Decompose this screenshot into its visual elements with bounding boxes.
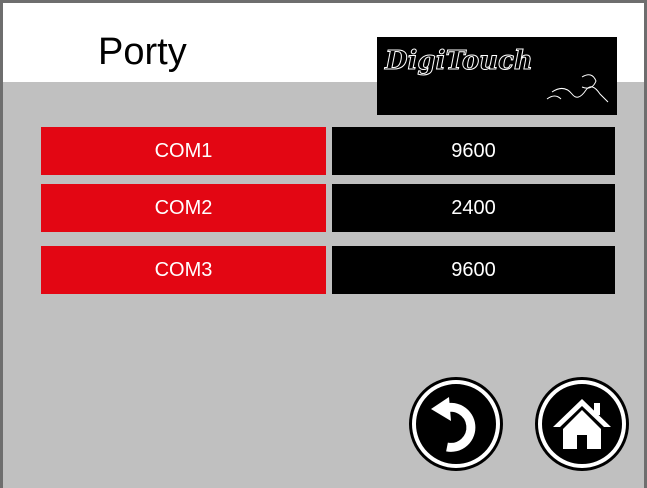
home-icon: [535, 377, 629, 471]
port-name-com3[interactable]: COM3: [41, 246, 326, 294]
port-name-com1[interactable]: COM1: [41, 127, 326, 175]
page-title: Porty: [98, 31, 187, 73]
port-name-com2[interactable]: COM2: [41, 184, 326, 232]
logo-text: DigiTouch: [384, 46, 533, 76]
back-button[interactable]: [407, 375, 505, 473]
hmi-screen: Porty DigiTouch COM1 9600 COM2 2400 COM3…: [0, 0, 647, 488]
undo-arrow-icon: [409, 377, 503, 471]
port-row-com3: COM3 9600: [41, 246, 615, 294]
port-baud-com2[interactable]: 2400: [332, 184, 615, 232]
home-button[interactable]: [533, 375, 631, 473]
digitouch-logo: DigiTouch: [377, 37, 617, 115]
port-baud-com3[interactable]: 9600: [332, 246, 615, 294]
port-row-com1: COM1 9600: [41, 127, 615, 175]
port-row-com2: COM2 2400: [41, 184, 615, 232]
port-baud-com1[interactable]: 9600: [332, 127, 615, 175]
